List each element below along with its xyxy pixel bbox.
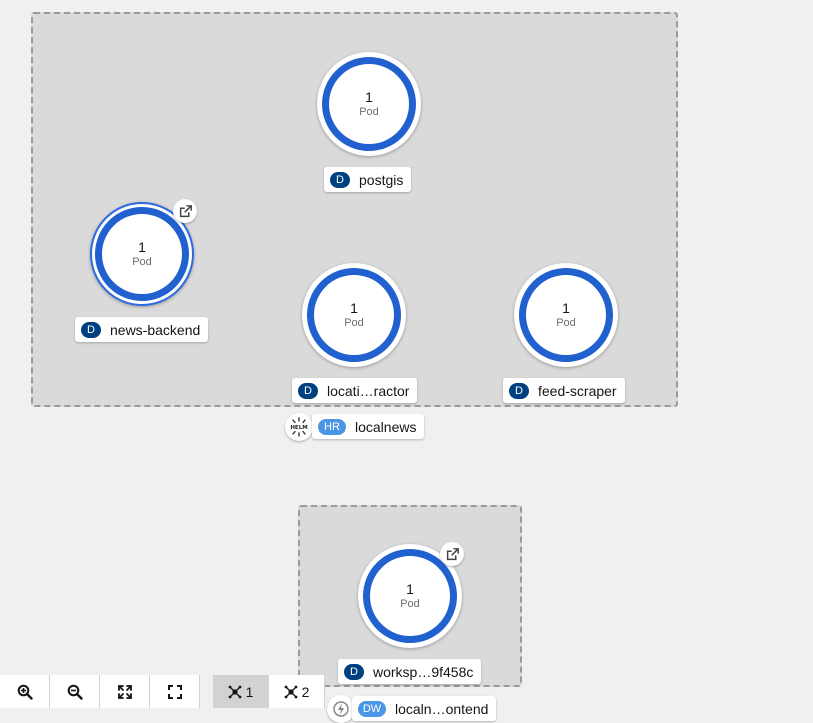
group-label-localnews[interactable]: HR localnews xyxy=(312,414,425,439)
pod-label: Pod xyxy=(400,598,420,610)
devworkspace-badge: DW xyxy=(358,700,386,717)
fit-to-screen-icon xyxy=(117,684,132,699)
zoom-in-button[interactable] xyxy=(0,675,50,708)
topology-icon xyxy=(284,685,297,698)
pod-ring: 1 Pod xyxy=(519,268,613,362)
deployment-badge: D xyxy=(344,663,364,680)
external-link-icon xyxy=(179,204,192,217)
fit-to-screen-button[interactable] xyxy=(100,675,150,708)
node-name: news-backend xyxy=(110,321,201,338)
helm-release-badge: HR xyxy=(318,418,346,435)
external-link-icon xyxy=(446,547,459,560)
pod-ring: 1 Pod xyxy=(307,268,401,362)
node-name: postgis xyxy=(359,171,404,188)
node-label-workspace[interactable]: D worksp…9f458c xyxy=(338,659,482,684)
node-label-location-extractor[interactable]: D locati…ractor xyxy=(292,378,418,403)
workload-node-postgis[interactable]: 1 Pod xyxy=(317,52,421,156)
devfile-icon xyxy=(327,695,355,723)
deployment-badge: D xyxy=(81,321,101,338)
layout-1-label: 1 xyxy=(245,683,254,700)
pod-ring: 1 Pod xyxy=(363,549,457,643)
deployment-badge: D xyxy=(330,171,350,188)
pod-count: 1 xyxy=(138,239,146,255)
layout-2-label: 2 xyxy=(301,683,310,700)
zoom-out-icon xyxy=(67,684,83,700)
topology-icon xyxy=(228,685,241,698)
group-label-frontend[interactable]: DW localn…ontend xyxy=(352,696,497,721)
reset-view-button[interactable] xyxy=(150,675,200,708)
layout-1-button[interactable]: 1 xyxy=(213,675,269,708)
node-name: locati…ractor xyxy=(327,382,410,399)
group-name: localnews xyxy=(355,418,417,435)
reset-view-icon xyxy=(167,684,182,699)
workload-node-location-extractor[interactable]: 1 Pod xyxy=(302,263,406,367)
zoom-in-icon xyxy=(17,684,33,700)
pod-count: 1 xyxy=(350,300,358,316)
deployment-badge: D xyxy=(298,382,318,399)
layout-2-button[interactable]: 2 xyxy=(269,675,325,708)
workload-node-feed-scraper[interactable]: 1 Pod xyxy=(514,263,618,367)
helm-icon: HELM xyxy=(285,413,313,441)
pod-label: Pod xyxy=(556,317,576,329)
zoom-out-button[interactable] xyxy=(50,675,100,708)
node-label-news-backend[interactable]: D news-backend xyxy=(75,317,209,342)
pod-label: Pod xyxy=(132,256,152,268)
pod-count: 1 xyxy=(562,300,570,316)
open-url-button[interactable] xyxy=(440,542,464,566)
node-name: feed-scraper xyxy=(538,382,617,399)
pod-label: Pod xyxy=(359,106,379,118)
pod-label: Pod xyxy=(344,317,364,329)
node-label-postgis[interactable]: D postgis xyxy=(324,167,412,192)
node-label-feed-scraper[interactable]: D feed-scraper xyxy=(503,378,625,403)
pod-ring: 1 Pod xyxy=(95,207,189,301)
pod-count: 1 xyxy=(365,89,373,105)
open-url-button[interactable] xyxy=(173,199,197,223)
group-name: localn…ontend xyxy=(395,700,489,717)
svg-text:HELM: HELM xyxy=(290,425,307,431)
node-name: worksp…9f458c xyxy=(373,663,474,680)
pod-count: 1 xyxy=(406,581,414,597)
topology-control-bar: 1 2 xyxy=(0,675,325,708)
pod-ring: 1 Pod xyxy=(322,57,416,151)
deployment-badge: D xyxy=(509,382,529,399)
